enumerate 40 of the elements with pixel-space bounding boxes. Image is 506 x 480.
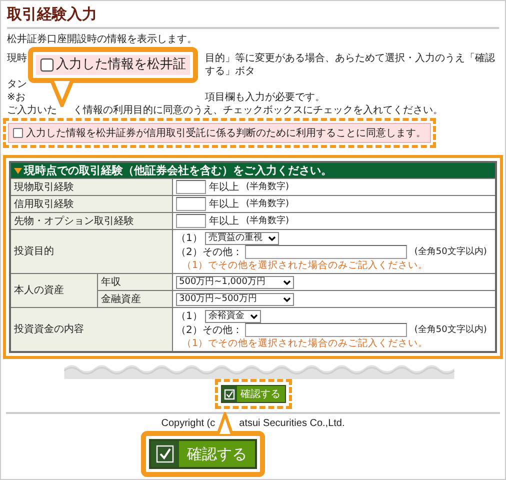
notice-text: 現時 (7, 52, 27, 65)
row-label: 投資目的 (10, 230, 172, 274)
row-label: 金融資産 (98, 290, 172, 308)
notice-text: ※お (7, 91, 26, 104)
row-label: 現物取引経験 (10, 178, 172, 196)
notice-text: 項目欄も入力が必要です。 (205, 91, 326, 104)
item-number: （1） (176, 310, 202, 322)
dropdown[interactable]: 500万円~1,000万円 (176, 276, 294, 288)
item-number: （1） (176, 232, 202, 244)
dropdown[interactable]: 売買益の重視 (205, 232, 280, 244)
unit-label: 年以上 (209, 214, 239, 228)
hint-text: (半角数字) (246, 214, 290, 228)
notice-text: ご入力いた (7, 104, 57, 117)
hint-text: (全角50文字以内) (414, 324, 487, 336)
hint-text: （1）でその他を選択された場合のみご記入ください。 (182, 259, 430, 272)
hint-text: （1）でその他を選択された場合のみご記入ください。 (182, 337, 430, 350)
row-label: 先物・オプション取引経験 (10, 212, 172, 230)
row-label: 本人の資産 (10, 274, 98, 308)
notice-text: く情報の利用目的に同意のうえ、チェックボックスにチェックを入れてください。 (73, 104, 444, 117)
other-label: （2）その他： (176, 246, 242, 258)
hint-text: (半角数字) (246, 180, 290, 194)
hint-text: (全角50文字以内) (414, 246, 487, 258)
notice-text: 目的」等に変更がある場合、あらためて選択・入力のうえ「確認する」ボタ (205, 52, 496, 78)
dropdown[interactable]: 余裕資金 (205, 310, 262, 322)
unit-label: 年以上 (209, 180, 239, 194)
dropdown[interactable]: 300万円~500万円 (176, 292, 294, 306)
row-label: 信用取引経験 (10, 196, 172, 212)
row-label: 投資資金の内容 (10, 308, 172, 352)
row-label: 年収 (98, 274, 172, 290)
unit-label: 年以上 (209, 198, 239, 210)
copyright-text: atsui Securities Co.,Ltd. (239, 418, 345, 429)
consent-label: 入力した情報を松井証券が信用取引受託に係る判断のために利用することに同意します。 (26, 126, 426, 140)
section-title: 現時点での取引経験（他証券会社を含む）をご入力ください。 (24, 164, 332, 177)
other-label: （2）その他： (176, 324, 242, 336)
hint-text: (半角数字) (246, 198, 290, 210)
page-title: 取引経験入力 (7, 5, 499, 29)
intro-text: 松井証券口座開設時の情報を表示します。 (7, 32, 198, 46)
notice-text: タン (7, 78, 27, 91)
callout-text: 入力した情報を松井証 (56, 57, 186, 73)
copyright-text: Copyright (c (161, 418, 216, 429)
